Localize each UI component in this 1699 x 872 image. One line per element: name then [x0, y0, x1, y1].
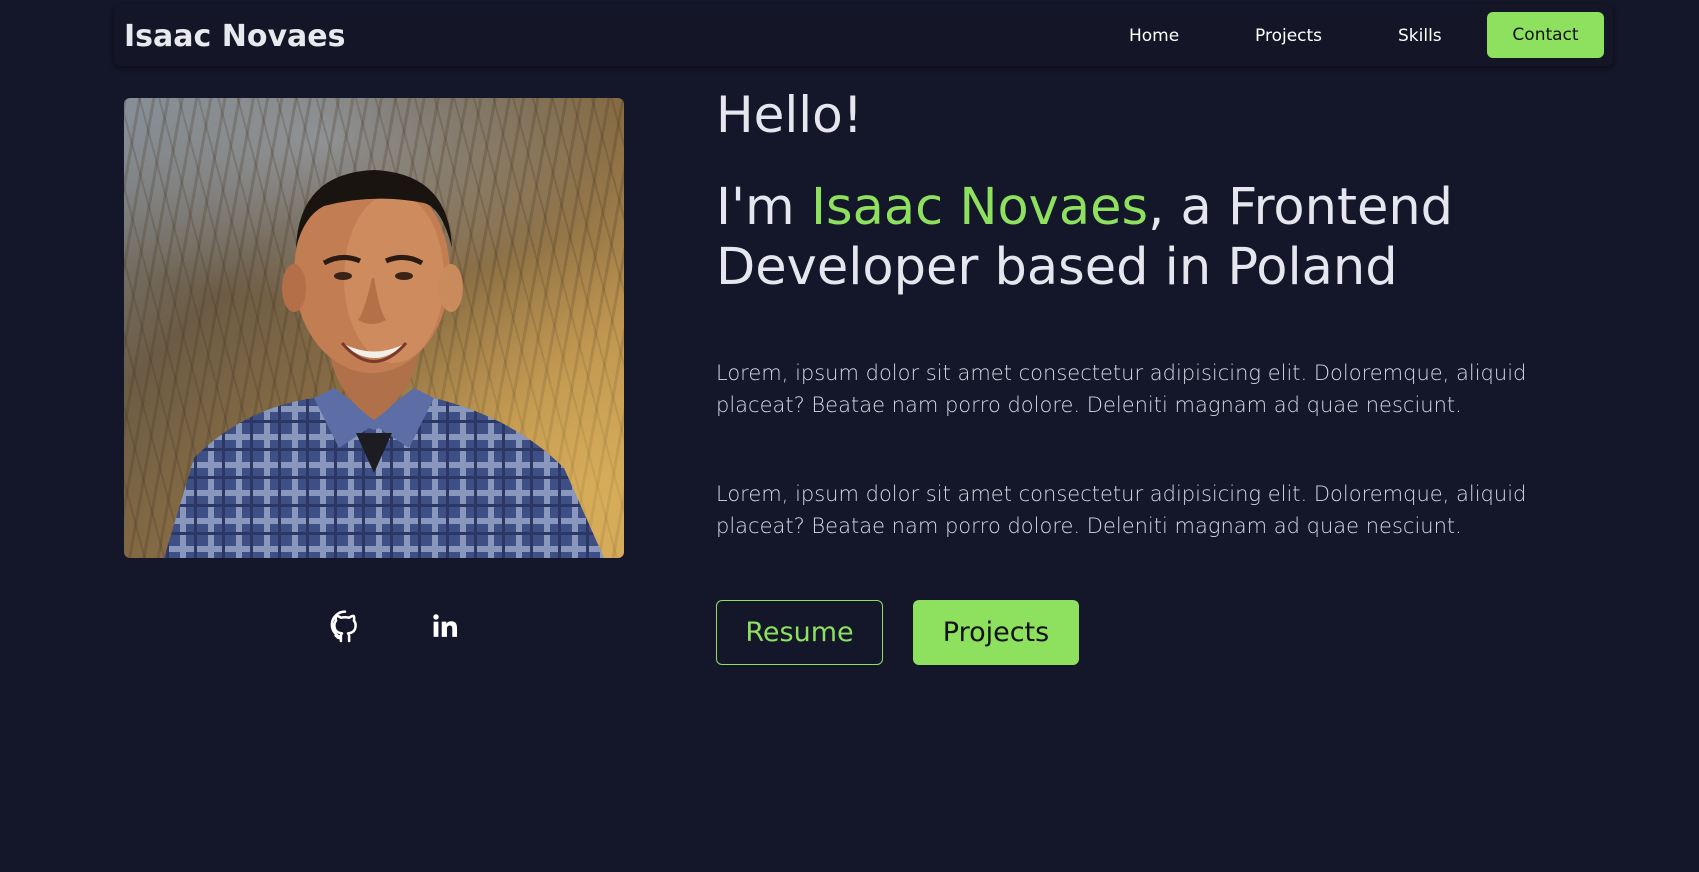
- intro-paragraph: Lorem, ipsum dolor sit amet consectetur …: [716, 482, 1527, 538]
- nav-link-projects[interactable]: Projects: [1255, 26, 1322, 46]
- intro-name: Isaac Novaes: [810, 178, 1149, 237]
- resume-button[interactable]: Resume: [716, 600, 883, 665]
- person-portrait: [164, 170, 604, 558]
- navbar: Isaac Novaes Home Projects Skills Contac…: [114, 4, 1613, 66]
- linkedin-link[interactable]: [432, 613, 458, 643]
- intro-prefix: I'm: [716, 178, 811, 237]
- nav-link-home[interactable]: Home: [1129, 26, 1179, 46]
- brand-logo[interactable]: Isaac Novaes: [124, 19, 345, 54]
- profile-photo: [124, 98, 624, 558]
- github-link[interactable]: [330, 609, 360, 647]
- greeting-heading: Hello!: [716, 86, 863, 144]
- nav-link-skills[interactable]: Skills: [1398, 26, 1442, 46]
- intro-paragraph: Lorem, ipsum dolor sit amet consectetur …: [716, 361, 1527, 417]
- github-icon: [330, 610, 357, 643]
- contact-button[interactable]: Contact: [1487, 12, 1604, 58]
- projects-button[interactable]: Projects: [913, 600, 1079, 665]
- linkedin-icon: [433, 614, 458, 637]
- intro-headline: I'm Isaac Novaes, a Frontend Developer b…: [716, 178, 1576, 298]
